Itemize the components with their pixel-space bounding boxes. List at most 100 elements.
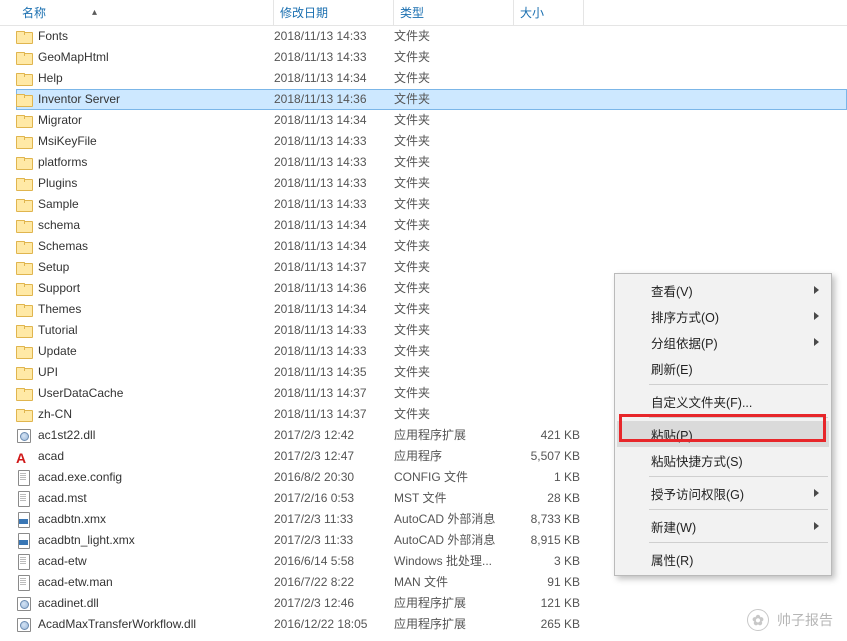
file-row[interactable]: Plugins2018/11/13 14:33文件夹 xyxy=(16,173,847,194)
file-date: 2017/2/3 12:42 xyxy=(274,425,394,446)
file-row[interactable]: acadinet.dll2017/2/3 12:46应用程序扩展121 KB xyxy=(16,593,847,614)
file-size: 91 KB xyxy=(514,572,584,593)
file-size: 121 KB xyxy=(514,593,584,614)
ctx-separator xyxy=(649,476,828,477)
file-row[interactable]: Fonts2018/11/13 14:33文件夹 xyxy=(16,26,847,47)
folder-icon xyxy=(16,323,32,339)
file-date: 2018/11/13 14:35 xyxy=(274,362,394,383)
ctx-paste[interactable]: 粘贴(P) xyxy=(617,421,829,447)
file-name: acadinet.dll xyxy=(38,593,99,614)
file-row[interactable]: Schemas2018/11/13 14:34文件夹 xyxy=(16,236,847,257)
file-date: 2018/11/13 14:33 xyxy=(274,320,394,341)
file-row[interactable]: Help2018/11/13 14:34文件夹 xyxy=(16,68,847,89)
acad-icon xyxy=(16,449,32,465)
dll-icon xyxy=(16,428,32,444)
file-date: 2016/6/14 5:58 xyxy=(274,551,394,572)
file-row[interactable]: schema2018/11/13 14:34文件夹 xyxy=(16,215,847,236)
ctx-view[interactable]: 查看(V) xyxy=(617,277,829,303)
file-date: 2018/11/13 14:33 xyxy=(274,341,394,362)
file-name: Fonts xyxy=(38,26,68,47)
file-name: Tutorial xyxy=(38,320,78,341)
file-date: 2018/11/13 14:34 xyxy=(274,110,394,131)
folder-icon xyxy=(16,134,32,150)
column-type[interactable]: 类型 xyxy=(394,0,514,25)
file-name: Themes xyxy=(38,299,81,320)
file-type: 文件夹 xyxy=(394,194,514,215)
file-date: 2018/11/13 14:33 xyxy=(274,194,394,215)
file-date: 2017/2/3 12:47 xyxy=(274,446,394,467)
ctx-separator xyxy=(649,509,828,510)
file-type: 应用程序扩展 xyxy=(394,614,514,635)
file-name: Migrator xyxy=(38,110,82,131)
file-icon xyxy=(16,470,32,486)
file-date: 2017/2/3 11:33 xyxy=(274,509,394,530)
xmx-icon xyxy=(16,512,32,528)
ctx-customize-label: 自定义文件夹(F)... xyxy=(651,392,752,411)
ctx-separator xyxy=(649,542,828,543)
file-type: 文件夹 xyxy=(394,89,514,110)
file-date: 2017/2/3 11:33 xyxy=(274,530,394,551)
file-name: Update xyxy=(38,341,77,362)
file-type: 文件夹 xyxy=(394,215,514,236)
file-row[interactable]: Inventor Server2018/11/13 14:36文件夹 xyxy=(16,89,847,110)
file-type: 文件夹 xyxy=(394,110,514,131)
file-row[interactable]: Sample2018/11/13 14:33文件夹 xyxy=(16,194,847,215)
file-row[interactable]: Migrator 2018/11/13 14:34文件夹 xyxy=(16,110,847,131)
file-type: 文件夹 xyxy=(394,68,514,89)
file-date: 2018/11/13 14:33 xyxy=(274,173,394,194)
file-size: 8,733 KB xyxy=(514,509,584,530)
column-name[interactable]: 名称 ▴ xyxy=(16,0,274,25)
file-date: 2018/11/13 14:33 xyxy=(274,152,394,173)
folder-icon xyxy=(16,407,32,423)
file-name: Help xyxy=(38,68,63,89)
ctx-separator xyxy=(649,417,828,418)
column-date[interactable]: 修改日期 xyxy=(274,0,394,25)
folder-icon xyxy=(16,344,32,360)
column-size[interactable]: 大小 xyxy=(514,0,584,25)
file-row[interactable]: platforms2018/11/13 14:33文件夹 xyxy=(16,152,847,173)
file-name: acad.mst xyxy=(38,488,87,509)
file-date: 2018/11/13 14:34 xyxy=(274,299,394,320)
ctx-refresh-label: 刷新(E) xyxy=(651,359,693,378)
file-type: 文件夹 xyxy=(394,173,514,194)
folder-icon xyxy=(16,155,32,171)
file-type: 文件夹 xyxy=(394,341,514,362)
file-type: 应用程序扩展 xyxy=(394,425,514,446)
ctx-new[interactable]: 新建(W) xyxy=(617,513,829,539)
ctx-paste-shortcut[interactable]: 粘贴快捷方式(S) xyxy=(617,447,829,473)
file-type: CONFIG 文件 xyxy=(394,467,514,488)
context-menu: 查看(V) 排序方式(O) 分组依据(P) 刷新(E) 自定义文件夹(F)...… xyxy=(614,273,832,576)
file-date: 2017/2/16 0:53 xyxy=(274,488,394,509)
sort-asc-icon: ▴ xyxy=(92,7,97,18)
ctx-refresh[interactable]: 刷新(E) xyxy=(617,355,829,381)
file-date: 2018/11/13 14:36 xyxy=(274,278,394,299)
folder-icon xyxy=(16,113,32,129)
file-size: 421 KB xyxy=(514,425,584,446)
file-date: 2016/8/2 20:30 xyxy=(274,467,394,488)
file-date: 2018/11/13 14:33 xyxy=(274,131,394,152)
file-type: 文件夹 xyxy=(394,299,514,320)
column-name-label: 名称 xyxy=(22,4,46,21)
ctx-customize[interactable]: 自定义文件夹(F)... xyxy=(617,388,829,414)
file-row[interactable]: MsiKeyFile2018/11/13 14:33文件夹 xyxy=(16,131,847,152)
folder-icon xyxy=(16,302,32,318)
ctx-group-label: 分组依据(P) xyxy=(651,333,718,352)
folder-icon xyxy=(16,197,32,213)
file-name: acad-etw xyxy=(38,551,87,572)
ctx-properties[interactable]: 属性(R) xyxy=(617,546,829,572)
ctx-properties-label: 属性(R) xyxy=(651,550,693,569)
file-row[interactable]: GeoMapHtml2018/11/13 14:33文件夹 xyxy=(16,47,847,68)
ctx-group[interactable]: 分组依据(P) xyxy=(617,329,829,355)
dll-icon xyxy=(16,596,32,612)
watermark-text: 帅子报告 xyxy=(777,610,833,630)
ctx-grant[interactable]: 授予访问权限(G) xyxy=(617,480,829,506)
ctx-sort[interactable]: 排序方式(O) xyxy=(617,303,829,329)
ctx-view-label: 查看(V) xyxy=(651,281,693,300)
file-type: 文件夹 xyxy=(394,257,514,278)
file-type: 文件夹 xyxy=(394,278,514,299)
folder-icon xyxy=(16,50,32,66)
file-type: AutoCAD 外部消息 xyxy=(394,509,514,530)
file-row[interactable]: AcadMaxTransferWorkflow.dll2016/12/22 18… xyxy=(16,614,847,635)
file-type: 应用程序 xyxy=(394,446,514,467)
file-name: Support xyxy=(38,278,80,299)
